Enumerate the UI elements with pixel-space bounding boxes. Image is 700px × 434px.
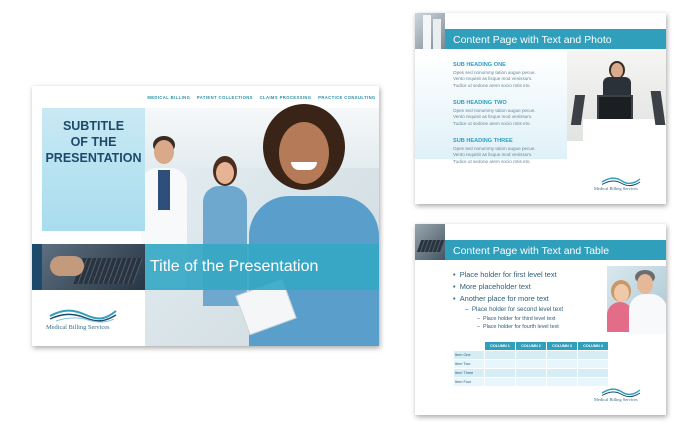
subtitle-line-1: SUBTITLE [62, 119, 125, 133]
nav-item-patient-collections[interactable]: PATIENT COLLECTIONS [197, 95, 253, 100]
column-header: COLUMN 1 [484, 341, 516, 351]
table-cell [515, 377, 547, 387]
table-cell [546, 368, 578, 378]
nav-bar: MEDICAL BILLING PATIENT COLLECTIONS CLAI… [144, 86, 379, 108]
column-header: COLUMN 3 [546, 341, 578, 351]
slide-title: Content Page with Text and Photo [453, 34, 612, 46]
logo-text: Medical Billing Services [594, 397, 638, 402]
table-cell [515, 359, 547, 369]
table-cell [515, 350, 547, 360]
table-cell [546, 359, 578, 369]
staff-thumbnail [415, 13, 445, 49]
office-photo [567, 51, 666, 141]
logo-text: Medical Billing Services [46, 324, 110, 331]
bullet-text: Place holder for first level text [459, 270, 557, 279]
column-header: COLUMN 4 [577, 341, 609, 351]
keyboard-thumbnail [42, 244, 145, 290]
body-text-one: Opes sed nonummy tation augue pecue. Ven… [453, 70, 536, 89]
table-row: Item One [453, 350, 609, 360]
subtitle-line-2: OF THE [70, 135, 117, 149]
table-cell [546, 350, 578, 360]
nurse-figure [216, 162, 234, 184]
table-cell [577, 359, 609, 369]
table-cell [515, 368, 547, 378]
sub-heading-one: SUB HEADING ONE [453, 62, 506, 68]
logo-text: Medical Billing Services [594, 186, 638, 191]
subtitle-line-3: PRESENTATION [45, 151, 142, 165]
table-cell [484, 368, 516, 378]
table-cell [546, 377, 578, 387]
doctor-figure [637, 274, 653, 294]
text-line: Vento requisit as lisque mod venissum. [453, 76, 533, 82]
smiling-nurse-figure [279, 122, 329, 184]
table-cell [577, 377, 609, 387]
text-line: Vento requisit as lisque mod venissum. [453, 114, 533, 120]
text-line: Tudice ut sedone arem socio rotis eto. [453, 82, 531, 88]
row-label: Item Three [453, 368, 485, 378]
table-cell [577, 350, 609, 360]
text-table-slide: Content Page with Text and Table • Place… [415, 224, 666, 415]
column-header: COLUMN 2 [515, 341, 547, 351]
table-cell [577, 368, 609, 378]
data-table: COLUMN 1 COLUMN 2 COLUMN 3 COLUMN 4 Item… [453, 341, 609, 387]
bullet-level-1: • Another place for more text [453, 294, 549, 303]
text-line: Tudice ut sedone arem socio rotis eto. [453, 158, 531, 164]
table-cell [484, 359, 516, 369]
text-line: Vento requisit as lisque mod venissum. [453, 152, 533, 158]
title-band-marker [32, 244, 42, 290]
patient-figure [614, 284, 629, 302]
receptionist-figure [611, 63, 623, 78]
table-header-row: COLUMN 1 COLUMN 2 COLUMN 3 COLUMN 4 [453, 341, 609, 351]
doctor-patient-photo [607, 266, 666, 334]
table-row: Item Two [453, 359, 609, 369]
table-row: Item Four [453, 377, 609, 387]
bullet-text: Another place for more text [459, 294, 549, 303]
bullet-text: Place holder for second level text [471, 306, 564, 313]
bullet-text: More placeholder text [459, 282, 531, 291]
table-corner-cell [453, 341, 485, 351]
body-text-three: Opes sed nonummy tation augue pecue. Ven… [453, 146, 536, 165]
title-slide: MEDICAL BILLING PATIENT COLLECTIONS CLAI… [32, 86, 379, 346]
row-label: Item Two [453, 359, 485, 369]
medical-staff-photo [141, 104, 379, 346]
doctor-figure [154, 140, 174, 164]
subtitle: SUBTITLE OF THE PRESENTATION [42, 118, 145, 166]
row-label: Item One [453, 350, 485, 360]
keyboard-thumbnail [415, 224, 446, 260]
table-row: Item Three [453, 368, 609, 378]
table-cell [484, 377, 516, 387]
bullet-level-1: • More placeholder text [453, 282, 531, 291]
bullet-text: Place holder for fourth level text [483, 324, 559, 330]
bullet-level-1: • Place holder for first level text [453, 270, 557, 279]
nav-item-medical-billing[interactable]: MEDICAL BILLING [147, 95, 190, 100]
table-cell [484, 350, 516, 360]
nav-item-claims-processing[interactable]: CLAIMS PROCESSING [260, 95, 312, 100]
wave-logo-icon [49, 309, 117, 323]
row-label: Item Four [453, 377, 485, 387]
sub-heading-three: SUB HEADING THREE [453, 138, 513, 144]
bullet-level-2: – Place holder for second level text [465, 306, 564, 313]
bullet-level-3: – Place holder for third level text [477, 316, 556, 322]
text-line: Tudice ut sedone arem socio rotis eto. [453, 120, 531, 126]
body-text-two: Opes sed nonummy tation augue pecue. Ven… [453, 108, 536, 127]
slide-title: Content Page with Text and Table [453, 245, 610, 257]
nav-item-practice-consulting[interactable]: PRACTICE CONSULTING [318, 95, 376, 100]
text-photo-slide: Content Page with Text and Photo SUB HEA… [415, 13, 666, 204]
bullet-text: Place holder for third level text [483, 316, 556, 322]
sub-heading-two: SUB HEADING TWO [453, 100, 507, 106]
bullet-level-4: – Place holder for fourth level text [477, 324, 559, 330]
presentation-title: Title of the Presentation [150, 258, 319, 275]
